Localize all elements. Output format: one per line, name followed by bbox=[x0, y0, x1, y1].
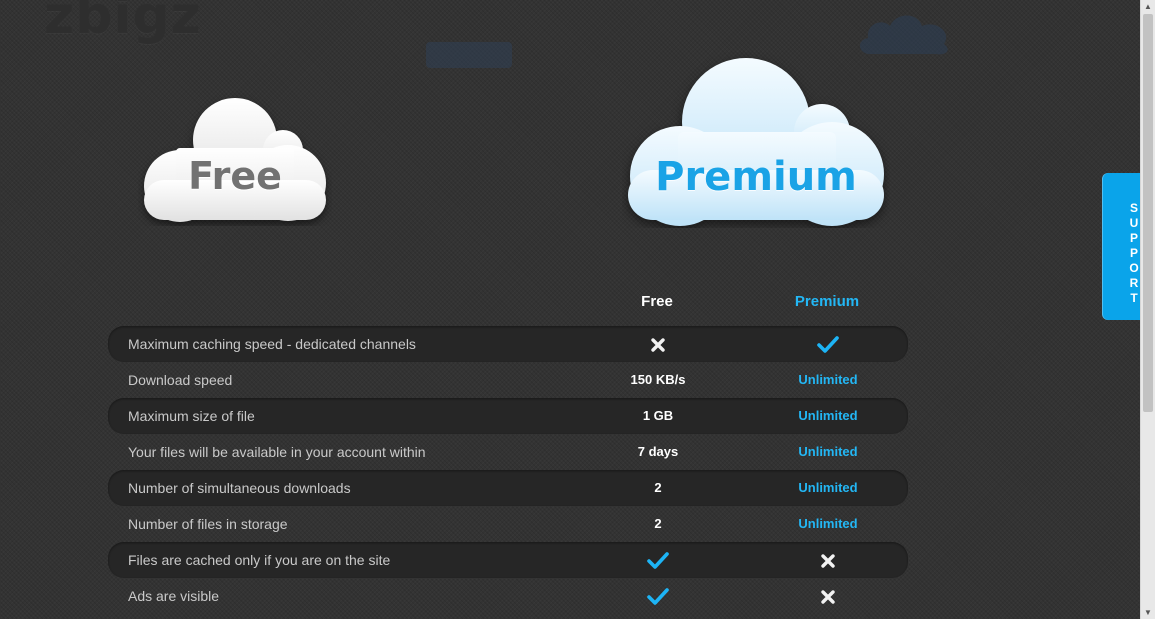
table-row: Maximum size of file 1 GB Unlimited bbox=[108, 398, 908, 434]
scroll-up-icon[interactable]: ▲ bbox=[1141, 0, 1155, 13]
free-value: 2 bbox=[654, 516, 662, 531]
feature-label: Maximum size of file bbox=[128, 408, 255, 424]
free-value: 1 GB bbox=[642, 408, 674, 423]
site-logo[interactable]: zbigz bbox=[44, 0, 202, 46]
scroll-down-icon[interactable]: ▼ bbox=[1141, 606, 1155, 619]
premium-value: Unlimited bbox=[798, 516, 858, 531]
check-icon bbox=[598, 542, 718, 578]
header-cloud-icon[interactable] bbox=[856, 10, 954, 56]
premium-plan-cloud[interactable]: Premium bbox=[622, 52, 890, 228]
feature-label: Maximum caching speed - dedicated channe… bbox=[128, 336, 416, 352]
scrollbar[interactable]: ▲ ▼ bbox=[1140, 0, 1155, 619]
cross-icon bbox=[768, 542, 888, 578]
premium-column-header: Premium bbox=[794, 293, 860, 310]
free-plan-cloud[interactable]: Free bbox=[138, 90, 332, 226]
support-tab[interactable]: SUPPORT bbox=[1102, 173, 1141, 320]
table-row: Files are cached only if you are on the … bbox=[108, 542, 908, 578]
feature-label: Your files will be available in your acc… bbox=[128, 444, 426, 460]
premium-value: Unlimited bbox=[798, 372, 858, 387]
table-row: Download speed 150 KB/s Unlimited bbox=[108, 362, 908, 398]
premium-value: Unlimited bbox=[798, 408, 858, 423]
free-value: 150 KB/s bbox=[630, 372, 686, 387]
table-row: Number of simultaneous downloads 2 Unlimit… bbox=[108, 470, 908, 506]
feature-label: Number of simultaneous downloads bbox=[128, 480, 351, 496]
check-icon bbox=[768, 326, 888, 362]
premium-cloud-icon bbox=[628, 58, 884, 226]
header-button[interactable] bbox=[426, 42, 512, 68]
table-row: Maximum caching speed - dedicated channe… bbox=[108, 326, 908, 362]
premium-cloud-label: Premium bbox=[655, 154, 857, 200]
table-row: Ads are visible bbox=[108, 578, 908, 614]
feature-label: Ads are visible bbox=[128, 588, 220, 604]
check-icon bbox=[598, 578, 718, 614]
feature-label: Files are cached only if you are on the … bbox=[128, 552, 391, 568]
premium-value: Unlimited bbox=[798, 444, 858, 459]
feature-label: Download speed bbox=[128, 372, 233, 388]
table-row: Number of files in storage 2 Unlimited bbox=[108, 506, 908, 542]
free-cloud-label: Free bbox=[188, 154, 282, 198]
comparison-table: Maximum caching speed - dedicated channe… bbox=[108, 326, 908, 614]
premium-value: Unlimited bbox=[798, 480, 858, 495]
cross-icon bbox=[768, 578, 888, 614]
scroll-thumb[interactable] bbox=[1143, 14, 1153, 412]
table-row: Your files will be available in your acc… bbox=[108, 434, 908, 470]
cross-icon bbox=[598, 326, 718, 362]
feature-label: Number of files in storage bbox=[128, 516, 288, 532]
support-tab-label: SUPPORT bbox=[1127, 201, 1141, 306]
free-value: 7 days bbox=[637, 444, 679, 459]
free-column-header: Free bbox=[641, 293, 673, 310]
free-value: 2 bbox=[654, 480, 662, 495]
